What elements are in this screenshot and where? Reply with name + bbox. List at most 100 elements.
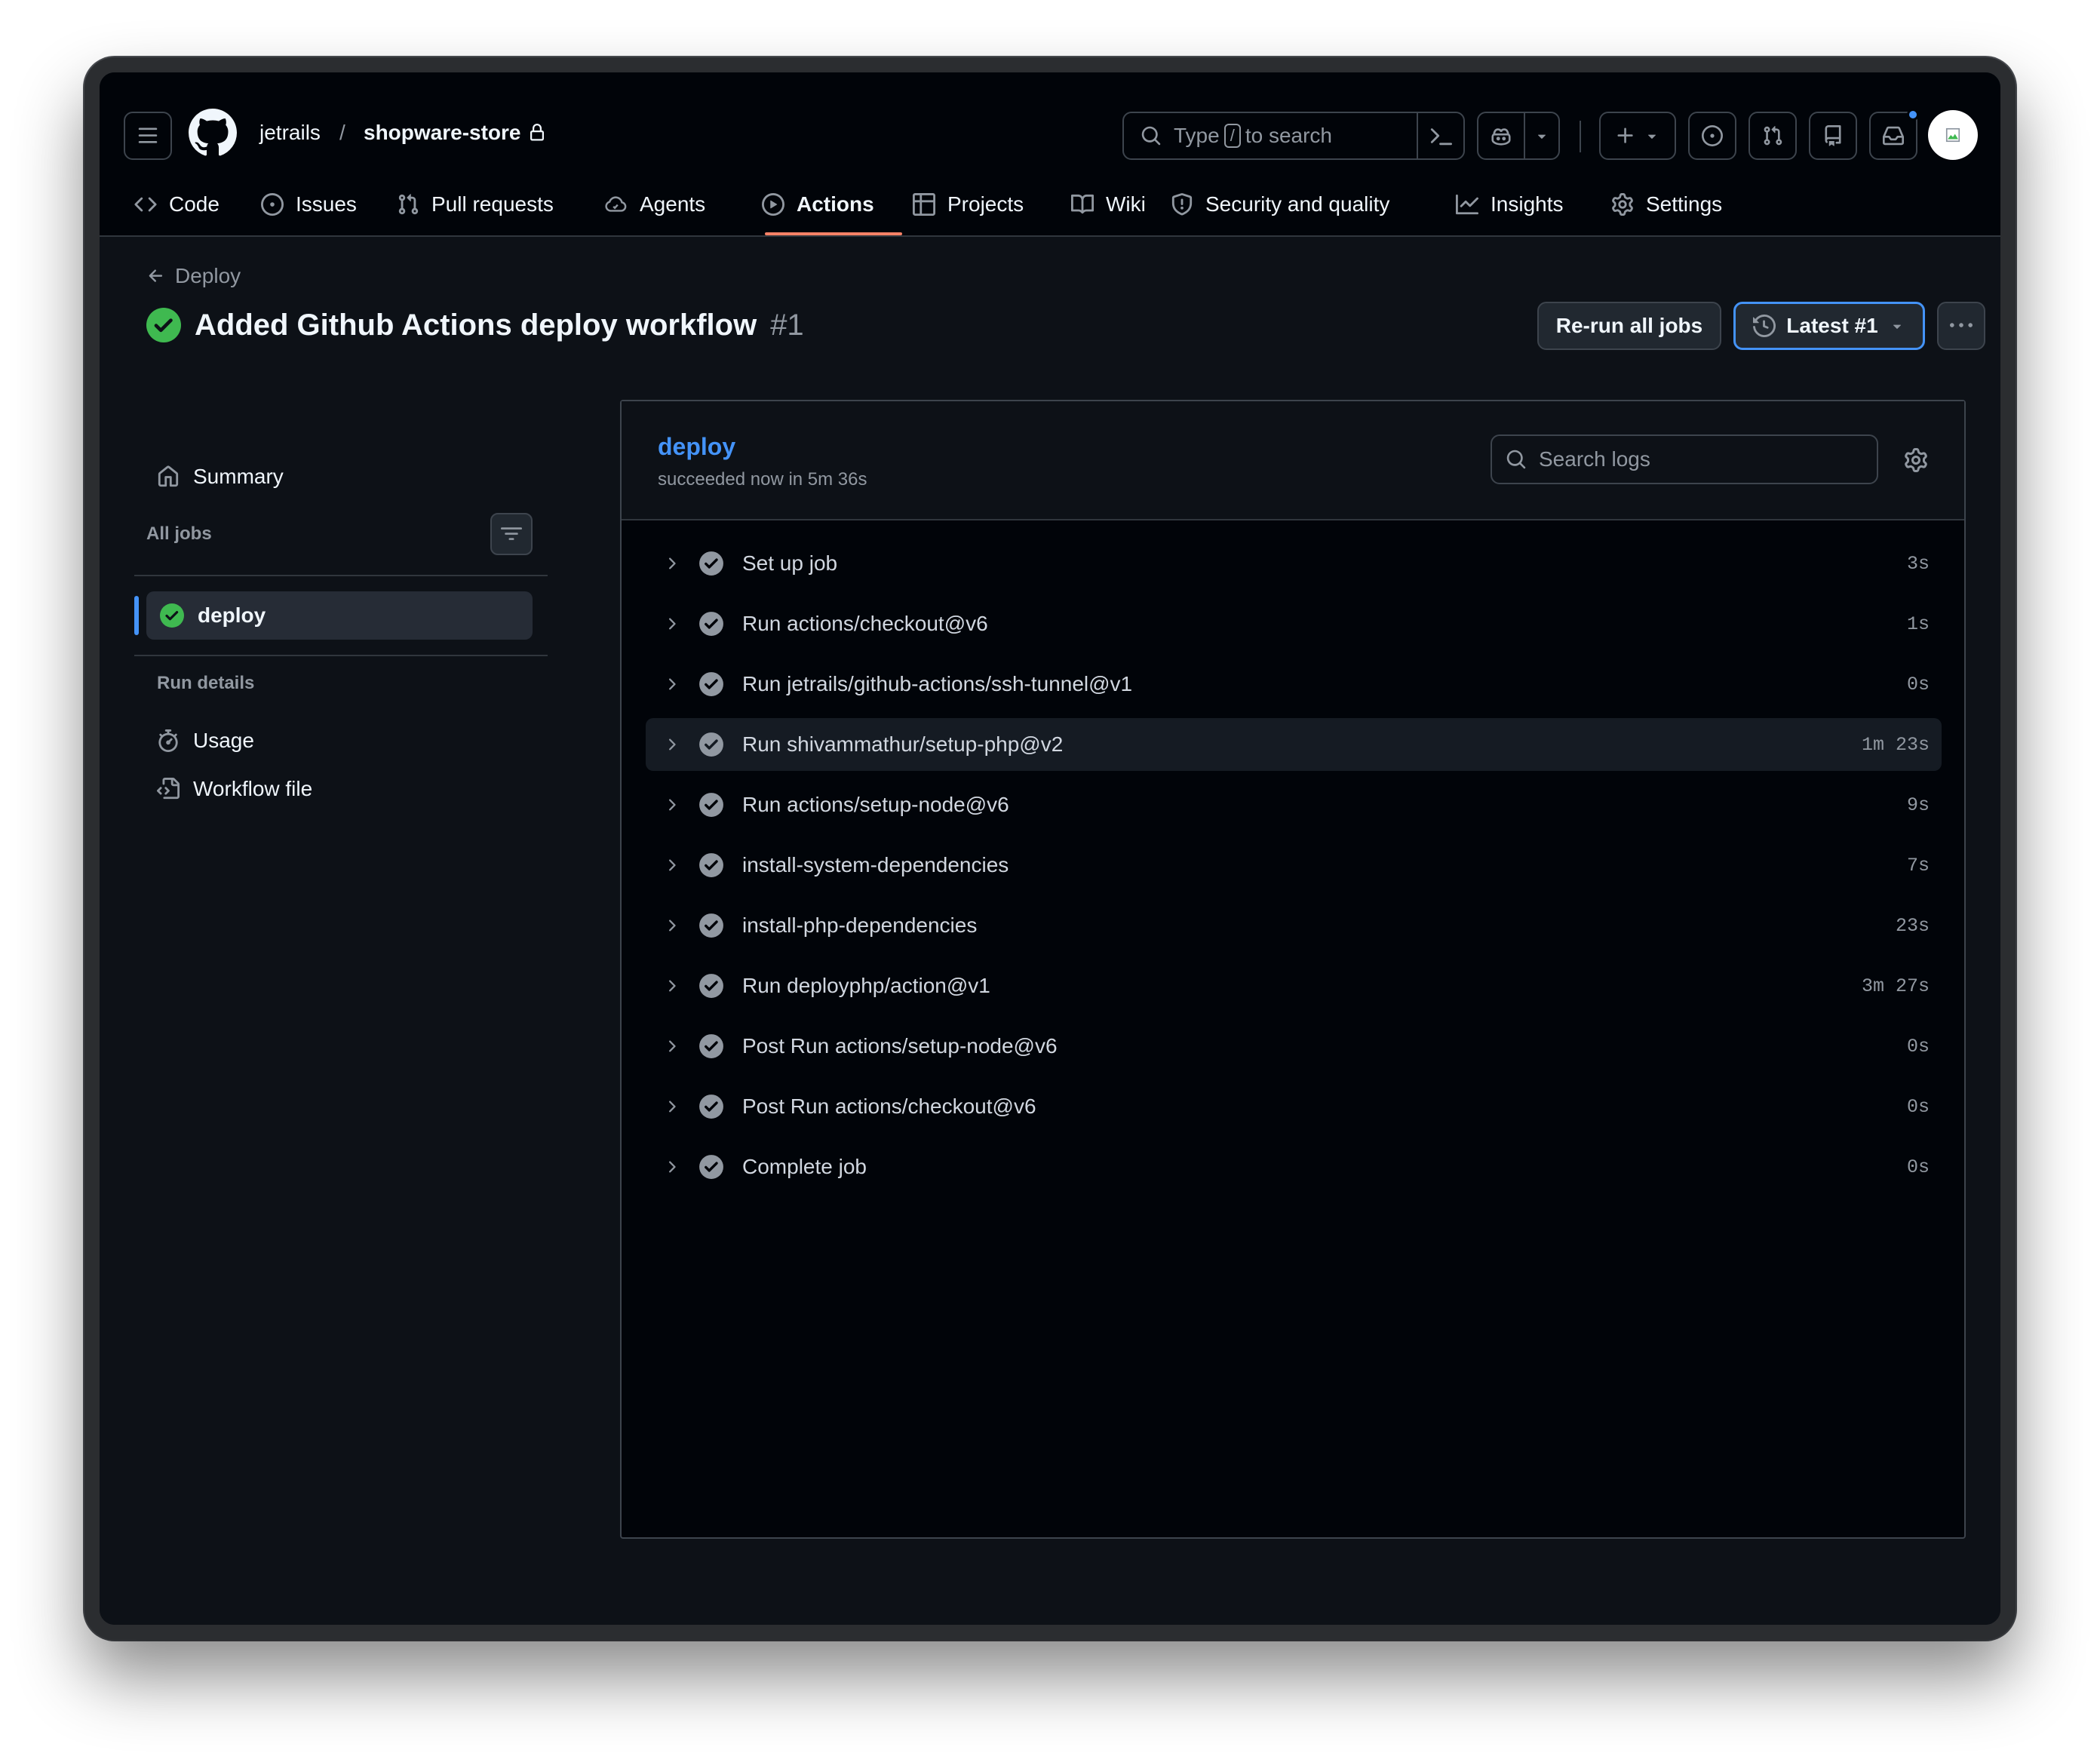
- job-step[interactable]: Post Run actions/setup-node@v6 0s: [646, 1020, 1942, 1073]
- chevron-right-icon: [669, 557, 676, 569]
- tab-security[interactable]: Security and quality: [1171, 172, 1389, 237]
- step-name: install-system-dependencies: [742, 853, 1009, 876]
- job-step[interactable]: Run deployphp/action@v1 3m 27s: [646, 959, 1942, 1012]
- job-step-hovered[interactable]: Run shivammathur/setup-php@v2 1m 23s: [646, 718, 1942, 771]
- step-success-icon: [699, 913, 723, 938]
- history-icon: [1753, 315, 1776, 337]
- step-success-icon: [699, 974, 723, 998]
- job-log-panel: deploy succeeded now in 5m 36s Set up jo…: [620, 400, 1966, 1539]
- menu-button[interactable]: [124, 112, 172, 160]
- latest-attempt-button[interactable]: Latest #1: [1733, 302, 1925, 350]
- tab-wiki[interactable]: Wiki: [1071, 172, 1146, 237]
- sidebar-divider: [134, 655, 548, 656]
- step-duration: 7s: [1906, 854, 1930, 876]
- step-success-icon: [699, 672, 723, 696]
- tab-label: Pull requests: [431, 192, 554, 216]
- tab-label: Issues: [296, 192, 357, 216]
- issue-opened-icon: [261, 193, 284, 216]
- step-name: Run actions/setup-node@v6: [742, 793, 1009, 816]
- job-step[interactable]: Run actions/setup-node@v6 9s: [646, 778, 1942, 831]
- job-step[interactable]: Run jetrails/github-actions/ssh-tunnel@v…: [646, 658, 1942, 711]
- chevron-right-icon: [669, 618, 676, 630]
- tab-actions[interactable]: Actions: [762, 172, 874, 237]
- tab-label: Wiki: [1106, 192, 1146, 216]
- graph-icon: [1456, 194, 1478, 215]
- global-search[interactable]: Type / to search: [1122, 112, 1418, 160]
- triangle-down-icon: [1647, 134, 1656, 139]
- log-search-input[interactable]: [1539, 447, 1856, 471]
- run-title-row: Added Github Actions deploy workflow #1: [146, 308, 804, 342]
- success-check-icon: [160, 603, 184, 628]
- git-pull-request-icon: [398, 194, 419, 215]
- unread-notification-dot: [1907, 109, 1919, 121]
- user-avatar[interactable]: [1928, 110, 1978, 160]
- chevron-right-icon: [669, 859, 676, 871]
- job-step[interactable]: Complete job 0s: [646, 1141, 1942, 1193]
- step-name: Complete job: [742, 1155, 867, 1178]
- step-duration: 23s: [1895, 914, 1930, 937]
- rerun-all-jobs-button[interactable]: Re-run all jobs: [1537, 302, 1721, 350]
- sidebar-item-usage[interactable]: Usage: [157, 729, 254, 753]
- sidebar-workflow-file-label: Workflow file: [193, 777, 313, 800]
- play-icon: [762, 193, 784, 216]
- copilot-button[interactable]: [1477, 112, 1525, 160]
- job-header: deploy succeeded now in 5m 36s: [622, 401, 1964, 520]
- job-step[interactable]: Run actions/checkout@v6 1s: [646, 597, 1942, 650]
- tab-insights[interactable]: Insights: [1456, 172, 1564, 237]
- kebab-horizontal-icon: [1950, 323, 1973, 327]
- sidebar-item-summary[interactable]: Summary: [157, 465, 284, 489]
- tab-settings[interactable]: Settings: [1611, 172, 1722, 237]
- shield-icon: [1171, 193, 1193, 216]
- sidebar-usage-label: Usage: [193, 729, 254, 752]
- more-options-button[interactable]: [1937, 302, 1985, 350]
- latest-attempt-label: Latest #1: [1786, 314, 1878, 337]
- your-pull-requests-button[interactable]: [1748, 112, 1797, 160]
- log-search-field[interactable]: [1491, 434, 1878, 484]
- triangle-down-icon: [1537, 134, 1546, 139]
- step-name: Post Run actions/checkout@v6: [742, 1094, 1036, 1118]
- header-divider: [1580, 121, 1581, 152]
- copilot-dropdown-button[interactable]: [1524, 112, 1560, 160]
- job-step[interactable]: Set up job 3s: [646, 537, 1942, 590]
- breadcrumb-owner[interactable]: jetrails: [259, 116, 321, 149]
- gear-icon: [1612, 193, 1633, 216]
- tab-pull-requests[interactable]: Pull requests: [397, 172, 554, 237]
- hamburger-icon: [138, 127, 158, 143]
- step-success-icon: [699, 1155, 723, 1179]
- create-new-button[interactable]: [1599, 112, 1676, 160]
- log-settings-button[interactable]: [1901, 445, 1931, 475]
- tab-issues[interactable]: Issues: [261, 172, 357, 237]
- your-issues-button[interactable]: [1688, 112, 1736, 160]
- arrow-left-icon: [149, 269, 163, 282]
- job-step[interactable]: Post Run actions/checkout@v6 0s: [646, 1080, 1942, 1133]
- breadcrumb-repo[interactable]: shopware-store: [364, 116, 521, 149]
- sidebar-all-jobs-heading: All jobs: [146, 523, 212, 544]
- sidebar-job-deploy[interactable]: deploy: [146, 591, 533, 640]
- job-step[interactable]: install-system-dependencies 7s: [646, 839, 1942, 892]
- sidebar-item-workflow-file[interactable]: Workflow file: [157, 777, 312, 801]
- repositories-button[interactable]: [1809, 112, 1857, 160]
- job-name[interactable]: deploy: [658, 433, 735, 461]
- github-logo-icon[interactable]: [189, 109, 237, 157]
- tab-code[interactable]: Code: [134, 172, 220, 237]
- back-to-workflow-link[interactable]: Deploy: [146, 264, 241, 288]
- tab-projects[interactable]: Projects: [913, 172, 1024, 237]
- tab-label: Actions: [797, 192, 874, 216]
- job-step[interactable]: install-php-dependencies 23s: [646, 899, 1942, 952]
- chevron-right-icon: [669, 678, 676, 690]
- filter-jobs-button[interactable]: [490, 513, 533, 555]
- inbox-icon: [1883, 126, 1904, 146]
- search-shortcut-key: /: [1223, 124, 1241, 148]
- tab-label: Projects: [947, 192, 1024, 216]
- run-number: #1: [770, 308, 804, 342]
- terminal-icon: [1430, 128, 1452, 146]
- chevron-right-icon: [669, 919, 676, 932]
- sidebar-job-label: deploy: [198, 603, 266, 627]
- command-palette-button[interactable]: [1417, 112, 1465, 160]
- tab-agents[interactable]: Agents: [603, 172, 705, 237]
- chevron-right-icon: [669, 1040, 676, 1052]
- step-duration: 1s: [1906, 612, 1930, 635]
- step-name: Run jetrails/github-actions/ssh-tunnel@v…: [742, 672, 1133, 695]
- issue-opened-icon: [1702, 125, 1723, 146]
- file-code-icon: [157, 778, 180, 800]
